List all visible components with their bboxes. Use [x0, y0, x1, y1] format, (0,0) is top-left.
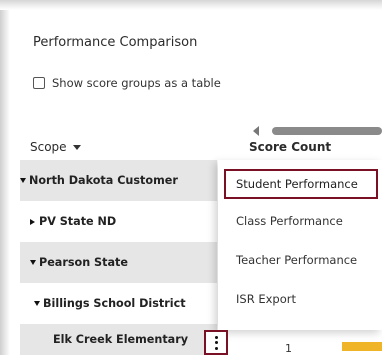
- collapsed-caret-icon[interactable]: [30, 218, 35, 225]
- tree-row-label: North Dakota Customer: [29, 174, 178, 187]
- performance-comparison-panel: Performance Comparison Show score groups…: [0, 0, 382, 355]
- tree-row-label: PV State ND: [39, 215, 117, 228]
- scroll-left-icon[interactable]: [253, 126, 259, 136]
- tree-row-billings-school-district[interactable]: Billings School District: [20, 283, 217, 324]
- tree-row-elk-creek-elementary[interactable]: Elk Creek Elementary: [20, 324, 217, 355]
- menu-item-student-performance[interactable]: Student Performance: [224, 169, 378, 199]
- row-actions-menu: Student Performance Class Performance Te…: [218, 160, 382, 330]
- horizontal-scrollbar-thumb[interactable]: [272, 127, 382, 135]
- menu-item-teacher-performance[interactable]: Teacher Performance: [236, 253, 357, 267]
- tree-row-label: Billings School District: [43, 297, 186, 310]
- expanded-caret-icon[interactable]: [20, 178, 26, 183]
- scope-tree: North Dakota Customer PV State ND Pearso…: [20, 160, 217, 355]
- score-bar: [342, 342, 382, 351]
- menu-item-isr-export[interactable]: ISR Export: [236, 292, 296, 306]
- kebab-menu-icon: [214, 335, 218, 350]
- tree-row-pv-state-nd[interactable]: PV State ND: [20, 201, 217, 242]
- scope-column-header[interactable]: Scope: [30, 140, 81, 154]
- score-groups-toggle[interactable]: Show score groups as a table: [33, 76, 221, 90]
- chevron-down-icon: [72, 144, 81, 150]
- menu-item-class-performance[interactable]: Class Performance: [236, 214, 343, 228]
- tree-row-north-dakota-customer[interactable]: North Dakota Customer: [20, 160, 217, 201]
- expanded-caret-icon[interactable]: [30, 260, 36, 265]
- score-groups-checkbox-label: Show score groups as a table: [52, 76, 221, 90]
- score-count-value: 1: [285, 342, 292, 355]
- expanded-caret-icon[interactable]: [34, 301, 40, 306]
- tree-row-pearson-state[interactable]: Pearson State: [20, 242, 217, 283]
- tree-row-label: Elk Creek Elementary: [53, 333, 189, 346]
- panel-title: Performance Comparison: [33, 35, 198, 50]
- score-count-column-header: Score Count: [249, 140, 332, 154]
- scope-header-label: Scope: [30, 140, 67, 154]
- row-actions-button[interactable]: [204, 330, 228, 355]
- score-groups-checkbox[interactable]: [33, 77, 45, 89]
- tree-row-label: Pearson State: [39, 256, 128, 269]
